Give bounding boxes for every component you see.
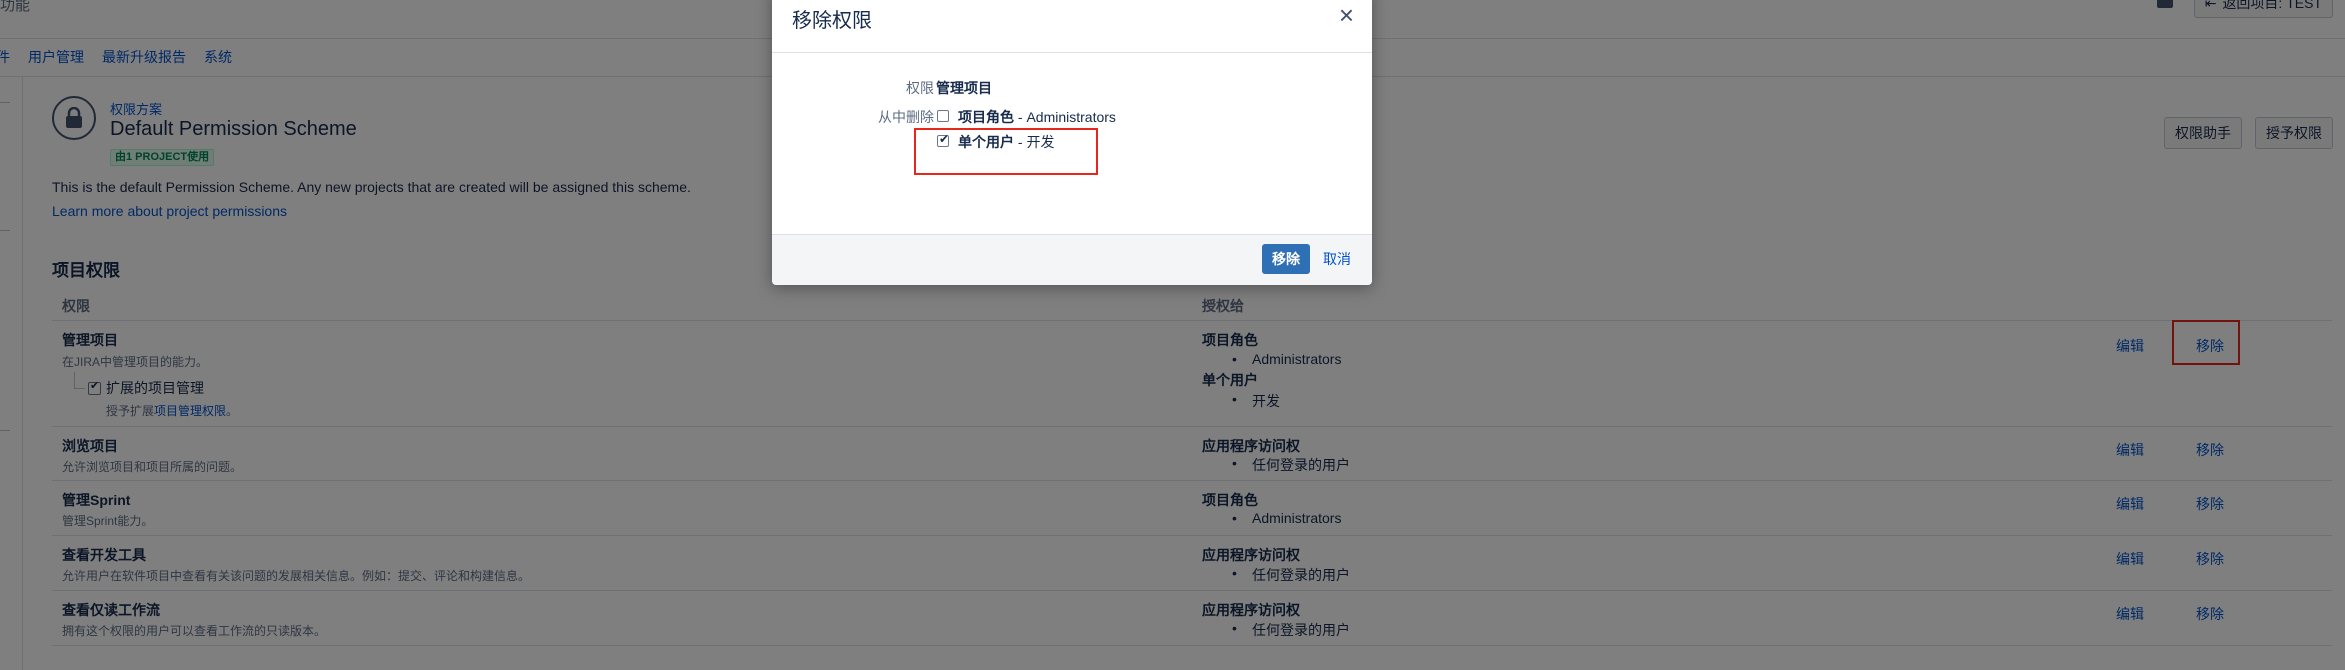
remove-permission-dialog: 移除权限 × 权限 管理项目 从中删除 项目角色 - Administrator… <box>772 0 1372 285</box>
role-administrators-label[interactable]: 项目角色 - Administrators <box>958 107 1116 127</box>
confirm-remove-button[interactable]: 移除 <box>1262 244 1310 274</box>
permission-field-value: 管理项目 <box>936 80 992 96</box>
cancel-button[interactable]: 取消 <box>1323 244 1351 274</box>
remove-from-label: 从中删除 <box>878 109 934 125</box>
close-icon[interactable]: × <box>1339 2 1354 28</box>
dialog-divider <box>772 52 1372 53</box>
highlight-box <box>914 128 1098 175</box>
role-administrators-checkbox[interactable] <box>937 110 949 122</box>
permission-field-label: 权限 <box>906 80 934 96</box>
dialog-title: 移除权限 <box>792 10 872 32</box>
